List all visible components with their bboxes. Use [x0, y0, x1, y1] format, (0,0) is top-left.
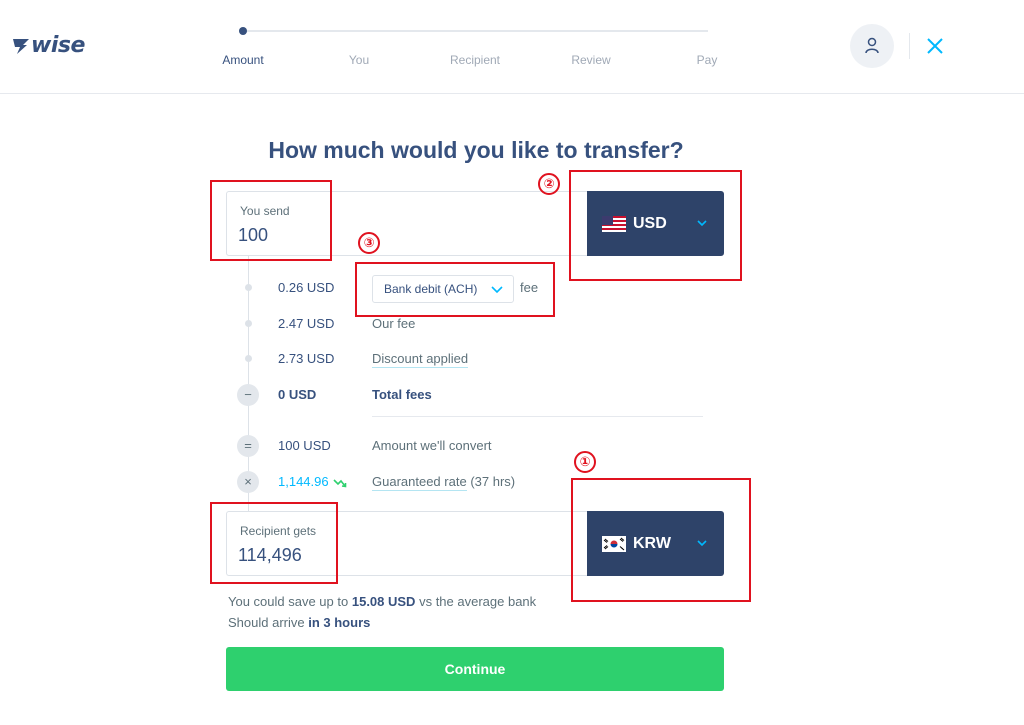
- stepper-track: [243, 30, 708, 32]
- timeline-dot: [245, 320, 252, 327]
- annotation-box-send-amount: [210, 180, 332, 261]
- step-review: Review: [571, 53, 611, 67]
- user-icon: [865, 37, 879, 54]
- convert-amount-row: = 100 USD Amount we'll convert: [236, 434, 716, 458]
- discount-amount: 2.73 USD: [278, 351, 335, 366]
- header-divider: [909, 33, 910, 59]
- total-fees-amount: 0 USD: [278, 387, 317, 402]
- our-fee-amount: 2.47 USD: [278, 316, 335, 331]
- guaranteed-rate-link[interactable]: Guaranteed rate: [372, 474, 467, 491]
- timeline-dot: [245, 355, 252, 362]
- rate-value-wrap: 1,144.96: [278, 474, 347, 489]
- method-fee-amount: 0.26 USD: [278, 280, 335, 295]
- total-fees-label: Total fees: [372, 387, 432, 402]
- savings-suffix: vs the average bank: [419, 594, 537, 609]
- continue-button[interactable]: Continue: [226, 647, 724, 691]
- our-fee-label: Our fee: [372, 316, 416, 331]
- logo-text: wise: [31, 33, 85, 58]
- annotation-box-receive-amount: [210, 502, 338, 584]
- annotation-box-send-currency: [569, 170, 742, 281]
- discount-row: 2.73 USD Discount applied: [236, 347, 716, 371]
- exchange-rate-value: 1,144.96: [278, 474, 329, 489]
- progress-stepper: Amount You Recipient Review Pay: [200, 20, 720, 80]
- savings-amount: 15.08 USD: [351, 594, 416, 609]
- step-you: You: [348, 53, 370, 67]
- equals-icon: =: [237, 435, 259, 457]
- annotation-number-1: ①: [574, 451, 596, 473]
- page-title: How much would you like to transfer?: [268, 137, 684, 163]
- minus-icon: −: [237, 384, 259, 406]
- annotation-box-receive-currency: [571, 478, 751, 602]
- close-button[interactable]: [921, 32, 949, 60]
- step-amount: Amount: [222, 53, 264, 67]
- breakdown-separator: [372, 416, 703, 417]
- arrival-time: in 3 hours: [308, 615, 371, 630]
- arrival-note: Should arrive in 3 hours: [228, 615, 370, 630]
- annotation-number-2: ②: [538, 173, 560, 195]
- step-recipient: Recipient: [449, 53, 501, 67]
- step-pay: Pay: [696, 53, 718, 67]
- wise-logo[interactable]: wise: [12, 33, 85, 58]
- convert-amount: 100 USD: [278, 438, 331, 453]
- top-header: wise Amount You Recipient Review Pay: [0, 0, 1024, 94]
- wise-flag-icon: [13, 38, 29, 54]
- rate-label-wrap: Guaranteed rate (37 hrs): [372, 474, 516, 491]
- savings-prefix: You could save up to: [228, 594, 349, 609]
- arrival-prefix: Should arrive: [228, 615, 305, 630]
- annotation-number-3: ③: [358, 232, 380, 254]
- total-fees-row: − 0 USD Total fees: [236, 383, 716, 407]
- rate-duration: (37 hrs): [470, 474, 516, 489]
- trend-down-icon: [333, 478, 346, 487]
- annotation-box-payment-method: [355, 262, 555, 317]
- account-avatar-button[interactable]: [850, 24, 894, 68]
- convert-label: Amount we'll convert: [372, 438, 492, 453]
- savings-note: You could save up to 15.08 USD vs the av…: [228, 594, 536, 609]
- discount-link[interactable]: Discount applied: [372, 351, 469, 368]
- close-icon: [927, 38, 943, 54]
- timeline-dot: [245, 284, 252, 291]
- multiply-icon: ×: [237, 471, 259, 493]
- stepper-current-dot: [239, 27, 247, 35]
